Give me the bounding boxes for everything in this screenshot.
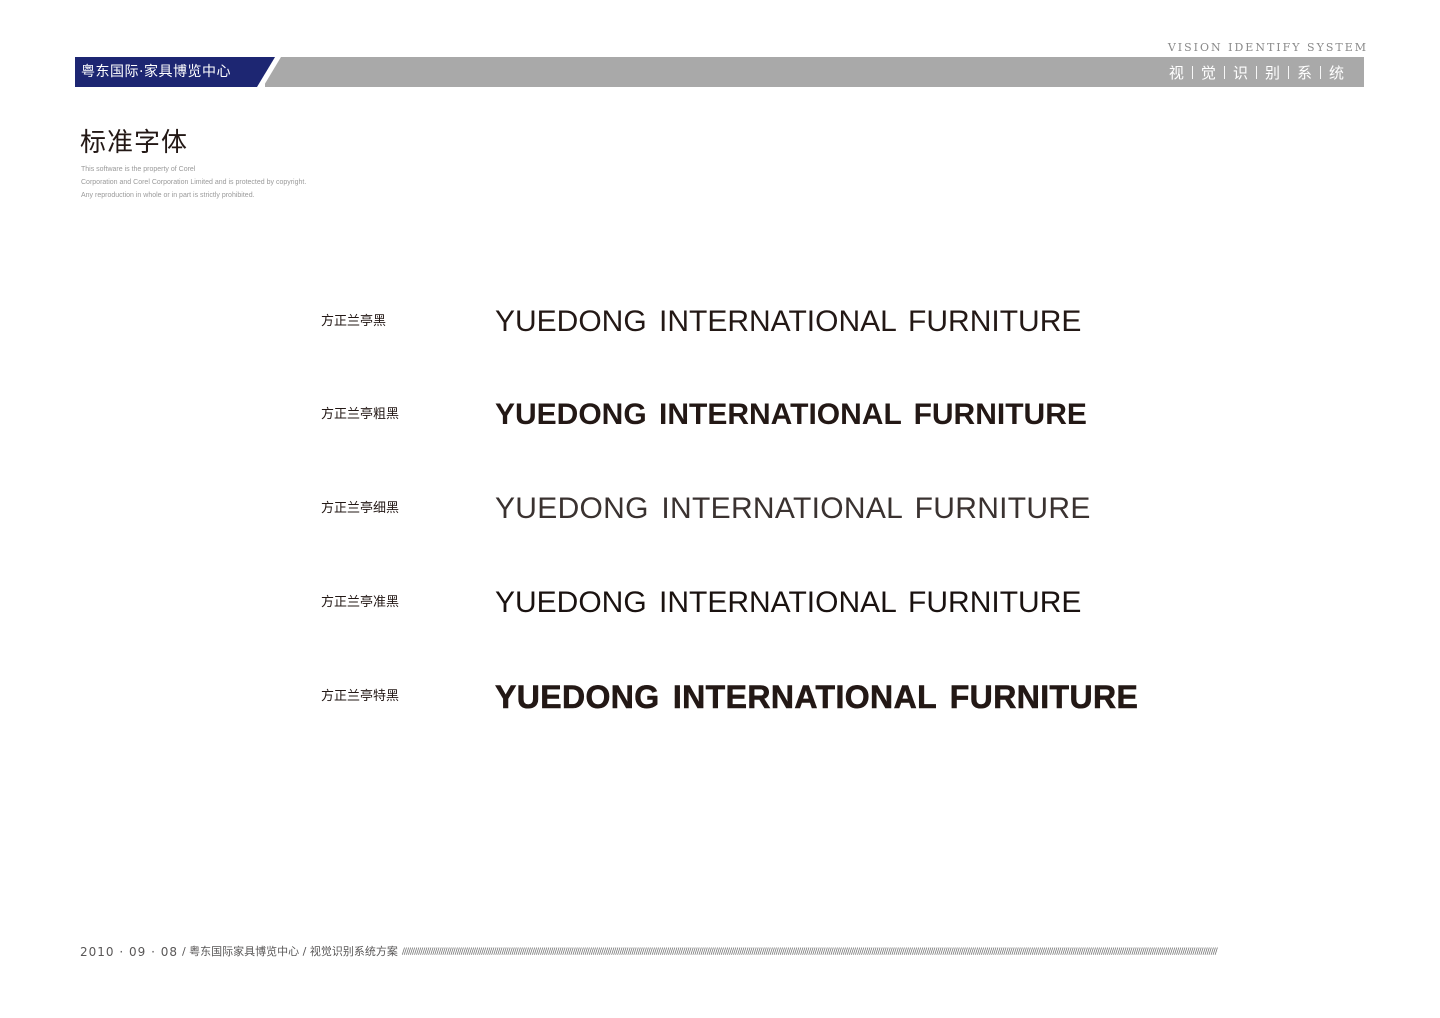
font-sample: YUEDONG INTERNATIONAL FURNITURE	[495, 398, 1087, 431]
vi-char: 统	[1328, 63, 1344, 82]
font-row-lanting-cuhei: 方正兰亭粗黑 YUEDONG INTERNATIONAL FURNITURE	[0, 395, 1440, 435]
font-name: 方正兰亭特黑	[321, 689, 400, 704]
font-row-lanting-tehei: 方正兰亭特黑 YUEDONG INTERNATIONAL FURNITURE	[0, 677, 1440, 717]
footer-date: 2010 · 09 · 08	[80, 945, 178, 959]
font-row-lanting-xihei: 方正兰亭细黑 YUEDONG INTERNATIONAL FURNITURE	[0, 489, 1440, 529]
header-bar: 粤东国际·家具博览中心 视 觉 识 别 系 统	[75, 57, 1364, 87]
vi-divider	[1319, 65, 1321, 79]
copyright-notice-line: Corporation and Corel Corporation Limite…	[81, 179, 307, 186]
vi-divider	[1191, 65, 1193, 79]
brand-name: 粤东国际·家具博览中心	[81, 64, 231, 80]
font-name: 方正兰亭黑	[321, 314, 387, 329]
font-sample: YUEDONG INTERNATIONAL FURNITURE	[495, 305, 1082, 338]
font-sample: YUEDONG INTERNATIONAL FURNITURE	[495, 679, 1139, 716]
font-name: 方正兰亭粗黑	[321, 407, 400, 422]
copyright-notice-line: Any reproduction in whole or in part is …	[81, 192, 255, 199]
font-sample: YUEDONG INTERNATIONAL FURNITURE	[495, 586, 1082, 619]
footer: 2010 · 09 · 08 / 粤东国际家具博览中心 / 视觉识别系统方案 /…	[80, 944, 1364, 960]
copyright-notice: This software is the property of Corel C…	[81, 163, 306, 202]
font-name: 方正兰亭细黑	[321, 501, 400, 516]
vi-divider	[1223, 65, 1225, 79]
vi-system-title: 视 觉 识 别 系 统	[1169, 57, 1344, 87]
page-title: 标准字体	[80, 128, 189, 158]
vision-identify-system-label: VISION IDENTIFY SYSTEM	[1167, 41, 1368, 54]
vi-char: 识	[1232, 63, 1248, 82]
footer-slash-pattern: ////////////////////////////////////////…	[401, 947, 1218, 957]
copyright-notice-line: This software is the property of Corel	[81, 166, 196, 173]
vi-char: 系	[1296, 63, 1312, 82]
footer-document-path: / 粤东国际家具博览中心 / 视觉识别系统方案	[181, 945, 398, 958]
font-row-lanting-zhunhei: 方正兰亭准黑 YUEDONG INTERNATIONAL FURNITURE	[0, 583, 1440, 623]
vi-char: 觉	[1200, 63, 1216, 82]
vi-char: 视	[1168, 63, 1184, 82]
font-name: 方正兰亭准黑	[321, 595, 400, 610]
vi-divider	[1287, 65, 1289, 79]
font-row-lanting-hei: 方正兰亭黑 YUEDONG INTERNATIONAL FURNITURE	[0, 302, 1440, 342]
vi-divider	[1255, 65, 1257, 79]
font-sample: YUEDONG INTERNATIONAL FURNITURE	[495, 492, 1091, 525]
vi-char: 别	[1264, 63, 1280, 82]
